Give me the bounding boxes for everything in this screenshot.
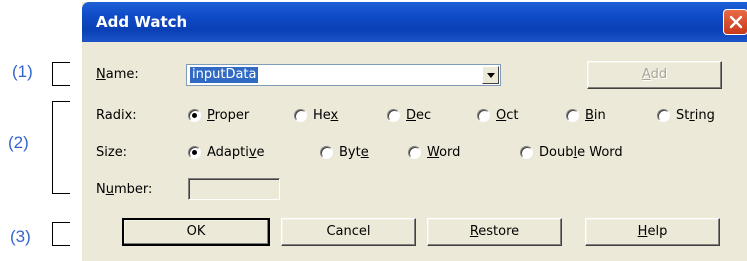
- restore-button[interactable]: Restore: [427, 218, 562, 246]
- radix-option-label: Proper: [207, 108, 250, 123]
- radio-button[interactable]: [188, 109, 201, 122]
- size-option-1[interactable]: Byte: [320, 145, 369, 160]
- chevron-down-icon: [487, 73, 495, 78]
- size-option-0[interactable]: Adaptive: [188, 145, 265, 160]
- add-watch-dialog: Add Watch Name: inputData Add Radix: Pro…: [82, 2, 747, 261]
- radix-option-label: Oct: [496, 108, 519, 123]
- callout-2-bracket: [52, 101, 70, 194]
- radio-button[interactable]: [477, 109, 490, 122]
- name-combobox[interactable]: inputData: [186, 64, 501, 86]
- number-label: Number:: [96, 182, 153, 197]
- radio-button[interactable]: [387, 109, 400, 122]
- radix-option-label: Bin: [585, 108, 606, 123]
- size-option-label: Byte: [339, 145, 369, 160]
- radio-button[interactable]: [566, 109, 579, 122]
- ok-button[interactable]: OK: [122, 218, 270, 246]
- radix-option-0[interactable]: Proper: [188, 108, 249, 123]
- cancel-button[interactable]: Cancel: [281, 218, 416, 246]
- title-bar[interactable]: Add Watch: [82, 2, 747, 42]
- radio-button[interactable]: [657, 109, 670, 122]
- number-field[interactable]: [188, 178, 280, 200]
- close-icon: [729, 15, 743, 29]
- size-option-label: Double Word: [539, 145, 623, 160]
- radix-option-5[interactable]: String: [657, 108, 715, 123]
- radio-button[interactable]: [408, 146, 421, 159]
- size-label: Size:: [96, 145, 128, 160]
- radix-label: Radix:: [96, 108, 137, 123]
- size-option-3[interactable]: Double Word: [520, 145, 623, 160]
- size-option-label: Adaptive: [207, 145, 265, 160]
- help-button[interactable]: Help: [585, 218, 720, 246]
- radix-option-label: Dec: [406, 108, 432, 123]
- close-button[interactable]: [723, 9, 747, 35]
- callout-1: (1): [12, 62, 33, 81]
- radio-button[interactable]: [294, 109, 307, 122]
- callout-3-bracket: [52, 222, 70, 246]
- callout-2: (2): [8, 133, 29, 152]
- radix-option-2[interactable]: Dec: [387, 108, 431, 123]
- name-label: Name:: [96, 67, 139, 82]
- radix-option-label: String: [676, 108, 715, 123]
- radio-button[interactable]: [520, 146, 533, 159]
- radix-option-3[interactable]: Oct: [477, 108, 518, 123]
- radix-option-4[interactable]: Bin: [566, 108, 606, 123]
- name-input[interactable]: inputData: [190, 67, 259, 83]
- dialog-title: Add Watch: [96, 13, 188, 31]
- radio-button[interactable]: [320, 146, 333, 159]
- radix-option-1[interactable]: Hex: [294, 108, 338, 123]
- size-option-2[interactable]: Word: [408, 145, 460, 160]
- callout-1-bracket: [52, 62, 70, 86]
- name-dropdown-button[interactable]: [482, 66, 499, 84]
- callout-3: (3): [10, 227, 31, 246]
- radix-option-label: Hex: [313, 108, 339, 123]
- radio-button[interactable]: [188, 146, 201, 159]
- add-button[interactable]: Add: [587, 61, 722, 89]
- size-option-label: Word: [427, 145, 461, 160]
